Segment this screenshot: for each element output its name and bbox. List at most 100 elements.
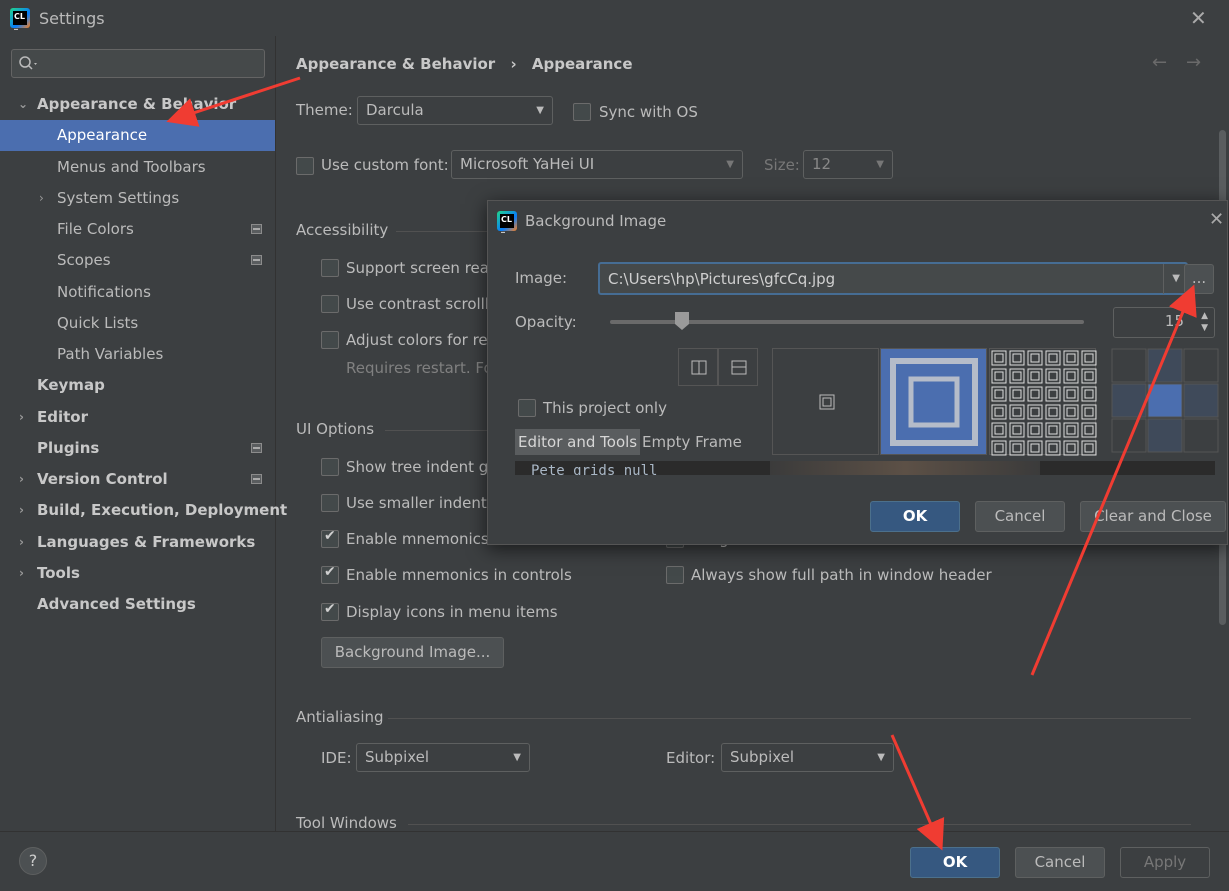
forward-arrow-icon[interactable]: →: [1186, 52, 1201, 73]
sidebar-item-scopes[interactable]: Scopes: [0, 245, 275, 276]
sync-os-checkbox[interactable]: [573, 103, 591, 121]
editor-aa-select[interactable]: Subpixel ▼: [721, 743, 894, 772]
dialog-cancel-button[interactable]: Cancel: [975, 501, 1065, 532]
cancel-button[interactable]: Cancel: [1015, 847, 1105, 878]
sidebar-item-label: Advanced Settings: [37, 595, 196, 613]
clear-and-close-button[interactable]: Clear and Close: [1080, 501, 1226, 532]
opacity-slider-thumb[interactable]: [674, 311, 690, 331]
anchor-cell[interactable]: [1183, 348, 1219, 383]
sidebar-item-label: Quick Lists: [57, 314, 139, 332]
custom-font-checkbox[interactable]: [296, 157, 314, 175]
section-divider: [385, 430, 490, 431]
ide-aa-label: IDE:: [321, 749, 352, 767]
sidebar-item-file-colors[interactable]: File Colors: [0, 214, 275, 245]
fill-center-option[interactable]: [772, 348, 879, 455]
flip-vertical-icon[interactable]: [718, 348, 758, 386]
ok-button[interactable]: OK: [910, 847, 1000, 878]
sidebar-item-menus-toolbars[interactable]: Menus and Toolbars: [0, 152, 275, 183]
full-path-checkbox[interactable]: [666, 566, 684, 584]
tab-editor-tools[interactable]: Editor and Tools: [515, 429, 641, 455]
anchor-grid-icon[interactable]: [1111, 348, 1219, 455]
dialog-ok-button[interactable]: OK: [870, 501, 960, 532]
image-label: Image:: [515, 269, 568, 287]
sidebar-item-path-variables[interactable]: Path Variables: [0, 339, 275, 370]
anchor-cell[interactable]: [1111, 383, 1147, 418]
sidebar-item-tools[interactable]: › Tools: [0, 558, 275, 589]
tree-indent-label: Show tree indent g: [346, 458, 489, 476]
background-image-button[interactable]: Background Image...: [321, 637, 504, 668]
mnemonics-controls-checkbox[interactable]: [321, 564, 339, 584]
theme-label: Theme:: [296, 101, 353, 119]
dropdown-arrow-icon: ▼: [877, 752, 885, 763]
sidebar-item-label: File Colors: [57, 220, 134, 238]
mnemonics-menu-checkbox[interactable]: [321, 528, 339, 548]
anchor-cell[interactable]: [1147, 418, 1183, 453]
contrast-scrollbar-label: Use contrast scrollb: [346, 295, 495, 313]
window-close-icon[interactable]: ✕: [1190, 6, 1207, 30]
sidebar-item-plugins[interactable]: Plugins: [0, 433, 275, 464]
settings-search-input[interactable]: [11, 49, 265, 78]
project-only-checkbox[interactable]: [518, 399, 536, 417]
sidebar-item-languages[interactable]: › Languages & Frameworks: [0, 527, 275, 558]
mnemonics-controls-label: Enable mnemonics in controls: [346, 566, 572, 584]
sidebar-item-label: Notifications: [57, 283, 151, 301]
code-preview-text: Pete grids null: [531, 463, 658, 475]
font-size-select[interactable]: 12 ▼: [803, 150, 893, 179]
anchor-cell[interactable]: [1111, 348, 1147, 383]
font-select[interactable]: Microsoft YaHei UI ▼: [451, 150, 743, 179]
opacity-spinner[interactable]: 15 ▲ ▼: [1113, 307, 1215, 338]
ide-aa-select[interactable]: Subpixel ▼: [356, 743, 530, 772]
sidebar-item-label: Version Control: [37, 470, 168, 488]
sidebar-item-label: Languages & Frameworks: [37, 533, 256, 551]
flip-horizontal-icon[interactable]: [678, 348, 718, 386]
sync-os-label: Sync with OS: [599, 103, 698, 121]
screen-reader-checkbox[interactable]: [321, 259, 339, 277]
sidebar-item-quick-lists[interactable]: Quick Lists: [0, 308, 275, 339]
adjust-colors-checkbox[interactable]: [321, 331, 339, 349]
anchor-cell[interactable]: [1111, 418, 1147, 453]
adjust-colors-label: Adjust colors for re: [346, 331, 488, 349]
sidebar-item-appearance-behavior[interactable]: ⌄ Appearance & Behavior: [0, 89, 275, 120]
sidebar-item-system-settings[interactable]: › System Settings: [0, 183, 275, 214]
sidebar-item-label: Appearance & Behavior: [37, 95, 237, 113]
sidebar-item-version-control[interactable]: › Version Control: [0, 464, 275, 495]
background-image-dialog: CL _ Background Image ✕ Image: C:\Users\h…: [487, 200, 1228, 545]
fill-tile-option[interactable]: [989, 348, 1097, 456]
sidebar-item-appearance[interactable]: Appearance: [0, 120, 275, 151]
sidebar-item-advanced[interactable]: Advanced Settings: [0, 589, 275, 620]
apply-button[interactable]: Apply: [1120, 847, 1210, 878]
sidebar-item-keymap[interactable]: Keymap: [0, 370, 275, 401]
theme-select[interactable]: Darcula ▼: [357, 96, 553, 125]
anchor-cell[interactable]: [1183, 383, 1219, 418]
help-icon[interactable]: ?: [19, 847, 47, 875]
sidebar-item-editor[interactable]: › Editor: [0, 402, 275, 433]
sidebar-item-notifications[interactable]: Notifications: [0, 277, 275, 308]
tile-pattern-icon: [990, 349, 1097, 456]
display-icons-checkbox[interactable]: [321, 601, 339, 621]
chevron-right-icon: ›: [39, 191, 44, 205]
anchor-cell[interactable]: [1183, 418, 1219, 453]
back-arrow-icon[interactable]: ←: [1152, 52, 1167, 73]
tree-indent-checkbox[interactable]: [321, 458, 339, 476]
breadcrumb: Appearance & Behavior › Appearance: [296, 55, 633, 73]
window-title: Settings: [39, 9, 105, 28]
sidebar-item-label: System Settings: [57, 189, 180, 207]
anchor-cell[interactable]: [1147, 348, 1183, 383]
anchor-cell[interactable]: [1147, 383, 1183, 418]
dialog-close-icon[interactable]: ✕: [1209, 209, 1224, 230]
breadcrumb-parent[interactable]: Appearance & Behavior: [296, 55, 495, 73]
browse-button[interactable]: ...: [1184, 264, 1214, 294]
sidebar-item-build[interactable]: › Build, Execution, Deployment: [0, 495, 287, 526]
fill-scale-option[interactable]: [880, 348, 987, 455]
image-path-value: C:\Users\hp\Pictures\gfcCq.jpg: [608, 270, 836, 288]
section-divider: [388, 718, 1191, 719]
tab-empty-frame[interactable]: Empty Frame: [642, 429, 742, 455]
image-path-combo[interactable]: C:\Users\hp\Pictures\gfcCq.jpg ▼: [598, 262, 1188, 295]
smaller-indents-checkbox[interactable]: [321, 494, 339, 512]
mnemonics-menu-label: Enable mnemonics i: [346, 530, 498, 548]
anchor-grid: [1111, 348, 1219, 455]
dropdown-arrow-icon: ▼: [1163, 264, 1180, 294]
contrast-scrollbar-checkbox[interactable]: [321, 295, 339, 313]
breadcrumb-separator: ›: [510, 55, 517, 73]
app-logo-icon: CL _: [497, 211, 517, 233]
